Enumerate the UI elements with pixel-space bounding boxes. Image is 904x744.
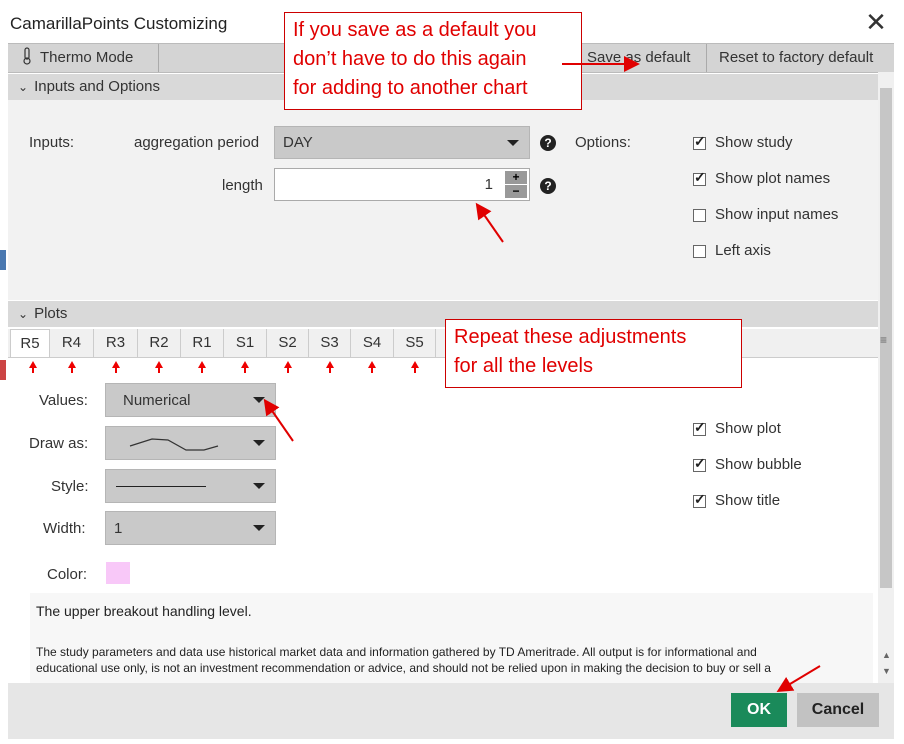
annotation-arrows [263,56,821,693]
arrow-to-ok-button [776,665,821,693]
arrow-to-length [475,202,504,243]
arrow-to-values-dropdown [263,398,294,442]
